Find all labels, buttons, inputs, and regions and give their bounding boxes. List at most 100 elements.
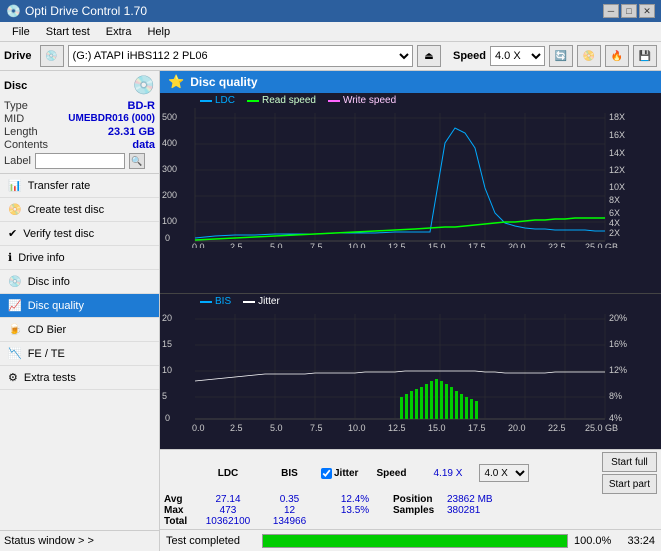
close-button[interactable]: ✕	[639, 4, 655, 18]
bis-max: 12	[262, 505, 317, 516]
nav-list: 📊 Transfer rate 📀 Create test disc ✔ Ver…	[0, 174, 159, 390]
svg-text:15.0: 15.0	[428, 242, 446, 248]
nav-drive-info[interactable]: ℹ Drive info	[0, 246, 159, 270]
jitter-header: Jitter	[334, 468, 358, 479]
speed-select-stats[interactable]: 4.0 X	[479, 464, 529, 482]
svg-text:10.0: 10.0	[348, 242, 366, 248]
quality-header: ⭐ Disc quality	[160, 71, 661, 93]
disc-panel: Disc 💿 Type BD-R MID UMEBDR016 (000) Len…	[0, 71, 159, 174]
length-value: 23.31 GB	[108, 126, 155, 138]
disc-title: Disc	[4, 80, 27, 92]
media-icon[interactable]: 📀	[577, 45, 601, 67]
titlebar: 💿 Opti Drive Control 1.70 ─ □ ✕	[0, 0, 661, 22]
svg-text:20%: 20%	[609, 313, 627, 323]
svg-text:2.5: 2.5	[230, 242, 243, 248]
start-part-button[interactable]: Start part	[602, 474, 657, 494]
type-label: Type	[4, 100, 28, 112]
svg-text:12.5: 12.5	[388, 242, 406, 248]
svg-text:4%: 4%	[609, 413, 622, 423]
label-input[interactable]	[35, 153, 125, 169]
svg-text:7.5: 7.5	[310, 242, 323, 248]
speed-select[interactable]: 4.0 X	[490, 46, 545, 66]
nav-label: Verify test disc	[23, 228, 94, 240]
contents-label: Contents	[4, 139, 48, 151]
nav-disc-quality[interactable]: 📈 Disc quality	[0, 294, 159, 318]
stats-headers: LDC BIS Jitter Speed 4.19 X 4.0 X Start …	[164, 452, 657, 494]
refresh-icon[interactable]: 🔄	[549, 45, 573, 67]
verify-icon: ✔	[8, 227, 17, 240]
progress-percent: 100.0%	[574, 535, 614, 547]
disc-header: Disc 💿	[4, 75, 155, 96]
bottom-stats-row: LDC BIS Jitter Speed 4.19 X 4.0 X Start …	[160, 449, 661, 529]
svg-text:18X: 18X	[609, 112, 625, 122]
svg-text:10.0: 10.0	[348, 423, 366, 433]
menu-help[interactable]: Help	[139, 24, 178, 40]
stats-max-row: Max 473 12 13.5% Samples 380281	[164, 505, 657, 516]
nav-label: Create test disc	[28, 204, 104, 216]
svg-text:6X: 6X	[609, 208, 620, 218]
nav-create-test-disc[interactable]: 📀 Create test disc	[0, 198, 159, 222]
nav-label: Transfer rate	[28, 180, 91, 192]
jitter-checkbox[interactable]	[321, 468, 332, 479]
save-icon[interactable]: 💾	[633, 45, 657, 67]
nav-extra-tests[interactable]: ⚙ Extra tests	[0, 366, 159, 390]
svg-text:0.0: 0.0	[192, 423, 205, 433]
nav-disc-info[interactable]: 💿 Disc info	[0, 270, 159, 294]
main-container: Disc 💿 Type BD-R MID UMEBDR016 (000) Len…	[0, 71, 661, 551]
label-label: Label	[4, 155, 31, 167]
svg-text:0: 0	[165, 413, 170, 423]
svg-text:25.0 GB: 25.0 GB	[585, 423, 618, 433]
sidebar: Disc 💿 Type BD-R MID UMEBDR016 (000) Len…	[0, 71, 160, 551]
drive-row: Drive 💿 (G:) ATAPI iHBS112 2 PL06 ⏏ Spee…	[0, 42, 661, 71]
nav-transfer-rate[interactable]: 📊 Transfer rate	[0, 174, 159, 198]
top-legend: LDC Read speed Write speed	[160, 93, 661, 108]
bottom-legend: BIS Jitter	[160, 294, 661, 309]
stats-total-row: Total 10362100 134966	[164, 516, 657, 527]
svg-text:400: 400	[162, 138, 177, 148]
menu-extra[interactable]: Extra	[98, 24, 140, 40]
svg-text:500: 500	[162, 112, 177, 122]
svg-text:8%: 8%	[609, 391, 622, 401]
drive-label: Drive	[4, 50, 32, 62]
bis-total: 134966	[262, 516, 317, 527]
minimize-button[interactable]: ─	[603, 4, 619, 18]
jitter-avg: 12.4%	[321, 494, 389, 505]
app-icon: 💿	[6, 4, 21, 18]
stats-avg-row: Avg 27.14 0.35 12.4% Position 23862 MB	[164, 494, 657, 505]
label-edit-btn[interactable]: 🔍	[129, 153, 145, 169]
bis-header: BIS	[262, 468, 317, 479]
progress-bar-fill	[263, 535, 567, 547]
nav-verify-test-disc[interactable]: ✔ Verify test disc	[0, 222, 159, 246]
menubar: File Start test Extra Help	[0, 22, 661, 42]
svg-text:15.0: 15.0	[428, 423, 446, 433]
svg-text:17.5: 17.5	[468, 423, 486, 433]
eject-button[interactable]: ⏏	[417, 45, 441, 67]
ldc-header: LDC	[198, 468, 258, 479]
menu-start-test[interactable]: Start test	[38, 24, 98, 40]
disc-quality-icon: 📈	[8, 299, 22, 312]
svg-text:0: 0	[165, 233, 170, 243]
burn-icon[interactable]: 🔥	[605, 45, 629, 67]
legend-jitter: Jitter	[243, 296, 280, 307]
svg-text:20.0: 20.0	[508, 423, 526, 433]
svg-text:16X: 16X	[609, 130, 625, 140]
svg-text:200: 200	[162, 190, 177, 200]
svg-text:12%: 12%	[609, 365, 627, 375]
max-label: Max	[164, 505, 194, 516]
nav-cd-bier[interactable]: 🍺 CD Bier	[0, 318, 159, 342]
status-window[interactable]: Status window > >	[0, 530, 159, 551]
nav-fe-te[interactable]: 📉 FE / TE	[0, 342, 159, 366]
disc-label-row: Label 🔍	[4, 153, 155, 169]
menu-file[interactable]: File	[4, 24, 38, 40]
maximize-button[interactable]: □	[621, 4, 637, 18]
titlebar-controls: ─ □ ✕	[603, 4, 655, 18]
quality-title: Disc quality	[190, 75, 257, 89]
drive-select[interactable]: (G:) ATAPI iHBS112 2 PL06	[68, 45, 413, 67]
nav-label: Disc quality	[28, 300, 84, 312]
svg-text:5.0: 5.0	[270, 423, 283, 433]
nav-label: Extra tests	[24, 372, 76, 384]
svg-text:100: 100	[162, 216, 177, 226]
start-full-button[interactable]: Start full	[602, 452, 657, 472]
disc-mid-row: MID UMEBDR016 (000)	[4, 113, 155, 125]
svg-text:15: 15	[162, 339, 172, 349]
